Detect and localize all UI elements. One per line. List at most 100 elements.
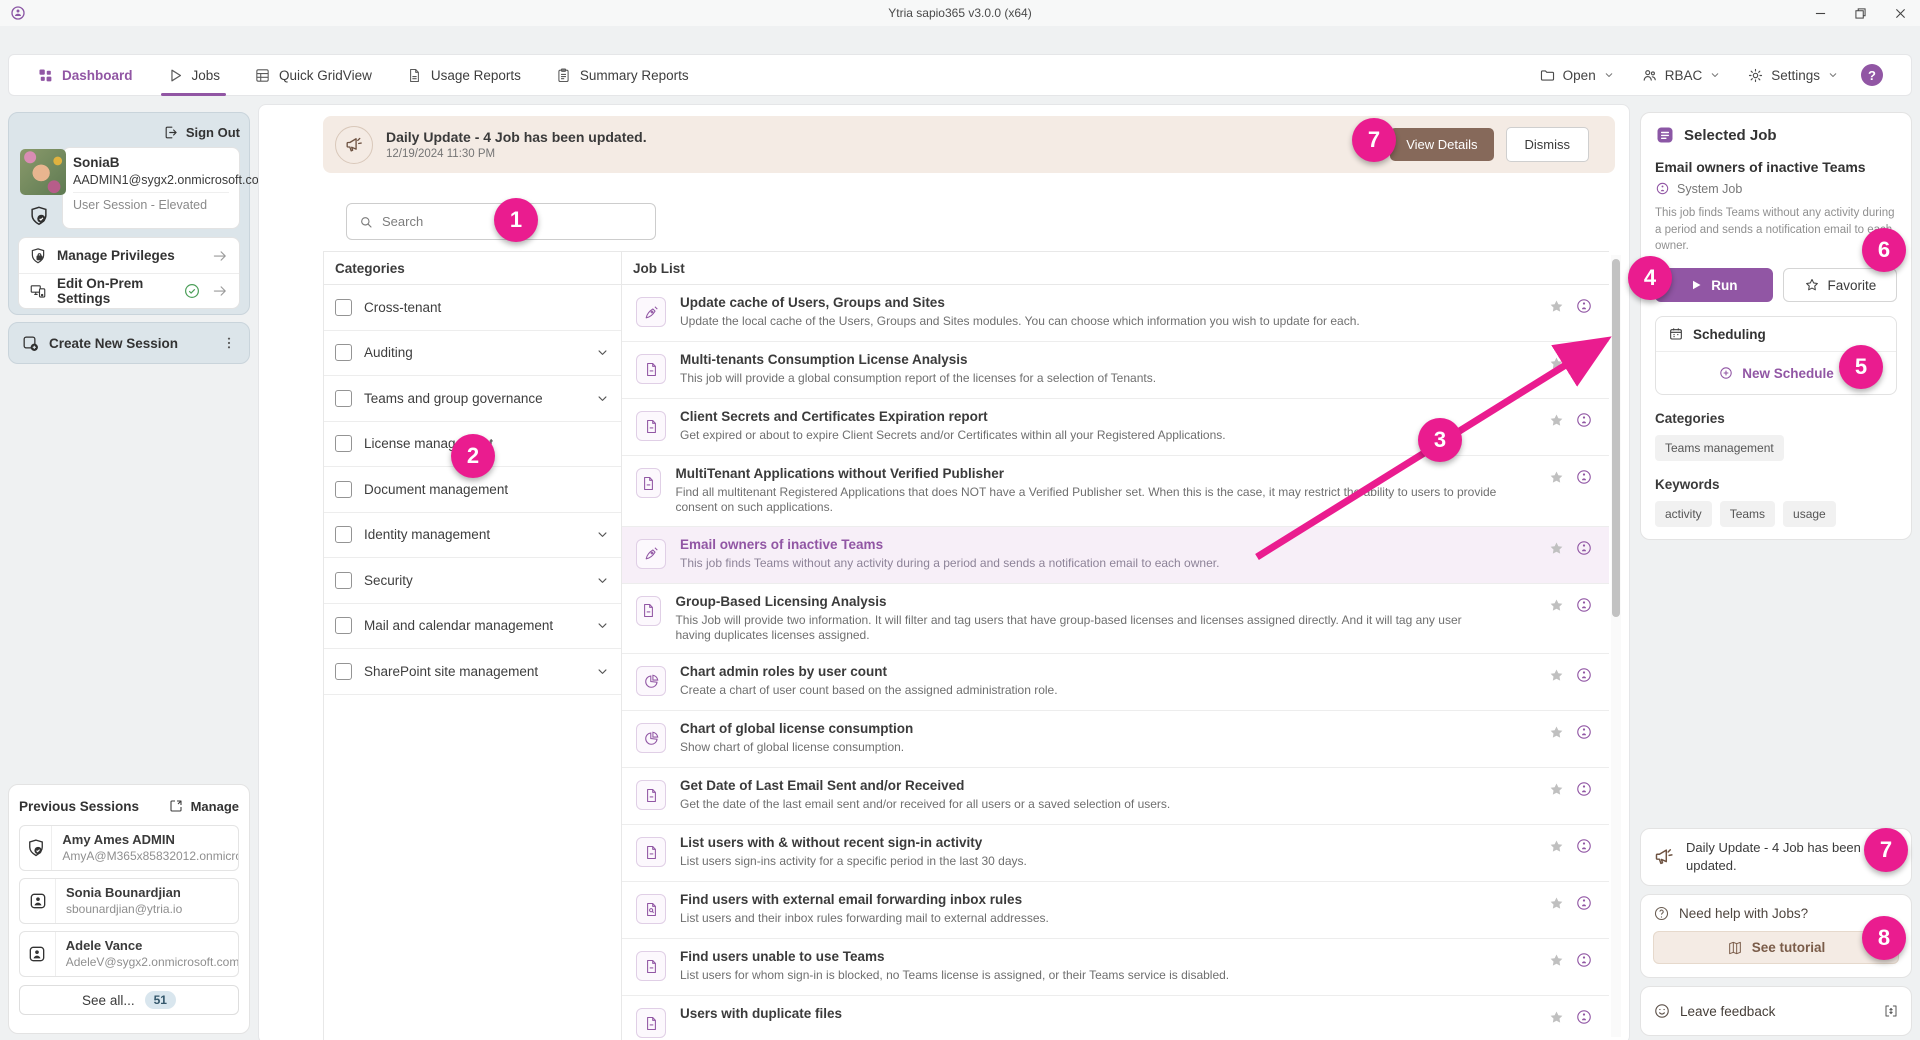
job-list-item[interactable]: Group-Based Licensing Analysis This Job …: [622, 584, 1609, 655]
nav-action-icon: [1747, 67, 1764, 84]
close-button[interactable]: [1880, 0, 1920, 26]
favorite-star-icon[interactable]: [1548, 597, 1565, 614]
job-list-item[interactable]: Email owners of inactive Teams This job …: [622, 527, 1609, 584]
nav-tab[interactable]: Summary Reports: [555, 67, 689, 84]
category-row[interactable]: SharePoint site management: [324, 649, 621, 695]
favorite-star-icon[interactable]: [1548, 540, 1565, 557]
job-list-item[interactable]: Users with duplicate files: [622, 996, 1609, 1040]
manage-sessions-button[interactable]: Manage: [168, 798, 239, 814]
category-checkbox[interactable]: [335, 390, 352, 407]
favorite-star-icon[interactable]: [1548, 667, 1565, 684]
job-info-icon[interactable]: [1575, 837, 1593, 855]
kebab-menu-icon[interactable]: [221, 335, 237, 351]
job-list-item[interactable]: Update cache of Users, Groups and Sites …: [622, 285, 1609, 342]
previous-session-item[interactable]: Sonia Bounardjian sbounardjian@ytria.io: [19, 878, 239, 924]
category-checkbox[interactable]: [335, 481, 352, 498]
job-info-icon[interactable]: [1575, 468, 1593, 486]
category-checkbox[interactable]: [335, 344, 352, 361]
category-row[interactable]: Cross-tenant: [324, 285, 621, 331]
chevron-down-icon[interactable]: [595, 345, 610, 360]
job-list-item[interactable]: Chart admin roles by user count Create a…: [622, 654, 1609, 711]
job-info-icon[interactable]: [1575, 780, 1593, 798]
job-info-icon[interactable]: [1575, 666, 1593, 684]
chevron-down-icon[interactable]: [595, 664, 610, 679]
job-info-icon[interactable]: [1575, 354, 1593, 372]
category-row[interactable]: Document management: [324, 467, 621, 513]
job-list-item[interactable]: List users with & without recent sign-in…: [622, 825, 1609, 882]
favorite-star-icon[interactable]: [1548, 952, 1565, 969]
manage-privileges-button[interactable]: Manage Privileges: [19, 238, 239, 273]
new-schedule-button[interactable]: New Schedule: [1656, 352, 1896, 394]
chevron-down-icon[interactable]: [595, 618, 610, 633]
leave-feedback-card[interactable]: Leave feedback: [1640, 986, 1912, 1036]
see-all-sessions-button[interactable]: See all... 51: [19, 985, 239, 1015]
category-row[interactable]: Auditing: [324, 331, 621, 377]
nav-tab[interactable]: Jobs: [167, 67, 221, 84]
scrollbar-thumb[interactable]: [1612, 259, 1620, 617]
expand-panel-icon[interactable]: [1883, 1003, 1899, 1019]
favorite-star-icon[interactable]: [1548, 838, 1565, 855]
nav-action-button[interactable]: Settings: [1747, 67, 1839, 84]
category-row[interactable]: License management: [324, 422, 621, 468]
job-info-icon[interactable]: [1575, 596, 1593, 614]
see-tutorial-button[interactable]: See tutorial: [1653, 931, 1899, 964]
job-info-icon[interactable]: [1575, 894, 1593, 912]
job-info-icon[interactable]: [1575, 539, 1593, 557]
category-checkbox[interactable]: [335, 299, 352, 316]
category-row[interactable]: Mail and calendar management: [324, 604, 621, 650]
dismiss-button[interactable]: Dismiss: [1506, 127, 1590, 162]
create-new-session-button[interactable]: Create New Session: [8, 322, 250, 364]
run-button[interactable]: Run: [1655, 268, 1773, 302]
job-list-item[interactable]: Chart of global license consumption Show…: [622, 711, 1609, 768]
favorite-star-icon[interactable]: [1548, 781, 1565, 798]
category-checkbox[interactable]: [335, 617, 352, 634]
previous-session-item[interactable]: Amy Ames ADMIN AmyA@M365x85832012.onmicr…: [19, 825, 239, 871]
sign-out-button[interactable]: Sign Out: [18, 121, 240, 143]
favorite-star-icon[interactable]: [1548, 1009, 1565, 1026]
help-button[interactable]: ?: [1861, 64, 1883, 86]
favorite-star-icon[interactable]: [1548, 298, 1565, 315]
category-checkbox[interactable]: [335, 663, 352, 680]
job-list-item[interactable]: MultiTenant Applications without Verifie…: [622, 456, 1609, 527]
nav-action-button[interactable]: RBAC: [1641, 67, 1722, 84]
nav-tab[interactable]: Dashboard: [37, 67, 133, 84]
job-info-icon[interactable]: [1575, 723, 1593, 741]
job-info-icon[interactable]: [1575, 1008, 1593, 1026]
job-list-item[interactable]: Client Secrets and Certificates Expirati…: [622, 399, 1609, 456]
nav-action-button[interactable]: Open: [1539, 67, 1615, 84]
category-checkbox[interactable]: [335, 435, 352, 452]
previous-session-item[interactable]: Adele Vance AdeleV@sygx2.onmicrosoft.com: [19, 931, 239, 977]
job-list-item[interactable]: Find users unable to use Teams List user…: [622, 939, 1609, 996]
job-list-item[interactable]: Find users with external email forwardin…: [622, 882, 1609, 939]
megaphone-icon: [1653, 846, 1675, 868]
nav-tab[interactable]: Usage Reports: [406, 67, 521, 84]
job-info-icon[interactable]: [1575, 411, 1593, 429]
category-checkbox[interactable]: [335, 572, 352, 589]
chevron-down-icon[interactable]: [595, 391, 610, 406]
favorite-star-icon[interactable]: [1548, 469, 1565, 486]
minimize-button[interactable]: [1800, 0, 1840, 26]
job-list-scrollbar[interactable]: [1611, 255, 1621, 1037]
nav-tab[interactable]: Quick GridView: [254, 67, 372, 84]
session-count-badge: 51: [145, 991, 176, 1009]
category-row[interactable]: Teams and group governance: [324, 376, 621, 422]
job-info-icon[interactable]: [1575, 951, 1593, 969]
favorite-star-icon[interactable]: [1548, 412, 1565, 429]
view-details-button[interactable]: View Details: [1390, 128, 1493, 161]
job-list-item[interactable]: Multi-tenants Consumption License Analys…: [622, 342, 1609, 399]
restore-button[interactable]: [1840, 0, 1880, 26]
favorite-star-icon[interactable]: [1548, 355, 1565, 372]
daily-update-card[interactable]: Daily Update - 4 Job has been updated.: [1640, 828, 1912, 886]
favorite-star-icon[interactable]: [1548, 895, 1565, 912]
category-row[interactable]: Security: [324, 558, 621, 604]
category-checkbox[interactable]: [335, 526, 352, 543]
favorite-star-icon[interactable]: [1548, 724, 1565, 741]
favorite-button[interactable]: Favorite: [1783, 268, 1897, 302]
chevron-down-icon[interactable]: [595, 527, 610, 542]
search-input[interactable]: [382, 214, 655, 229]
job-info-icon[interactable]: [1575, 297, 1593, 315]
job-list-item[interactable]: Get Date of Last Email Sent and/or Recei…: [622, 768, 1609, 825]
chevron-down-icon[interactable]: [595, 573, 610, 588]
edit-onprem-settings-button[interactable]: Edit On-Prem Settings: [19, 273, 239, 308]
category-row[interactable]: Identity management: [324, 513, 621, 559]
